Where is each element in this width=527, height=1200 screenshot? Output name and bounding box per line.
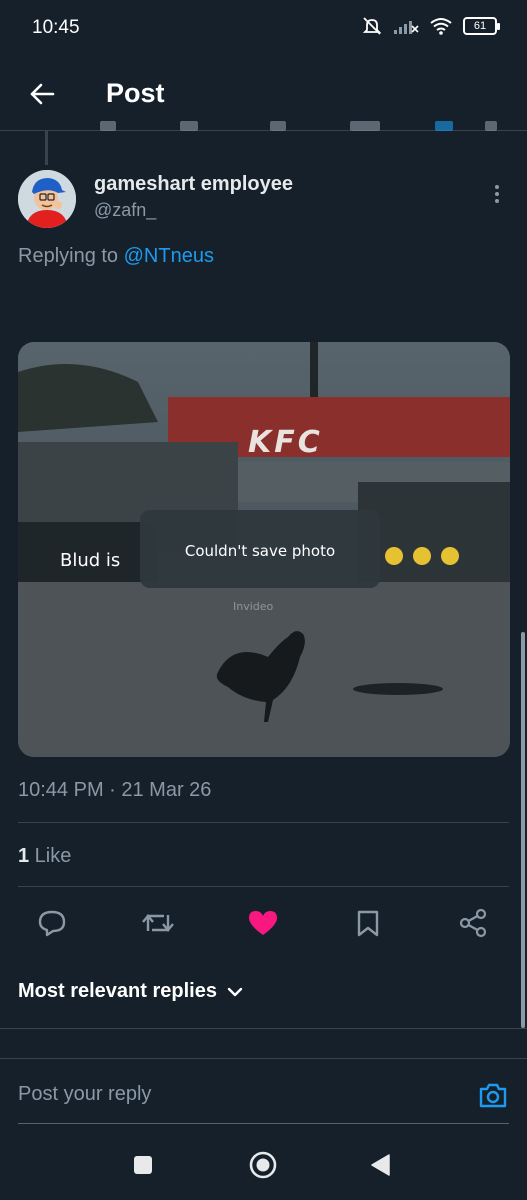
author-name[interactable]: gameshart employee bbox=[94, 173, 293, 196]
circle-home-icon bbox=[249, 1151, 277, 1179]
reply-composer bbox=[0, 1058, 527, 1132]
system-nav-bar bbox=[0, 1132, 527, 1200]
share-icon bbox=[459, 908, 487, 938]
home-button[interactable] bbox=[248, 1150, 278, 1180]
top-app-bar: Post bbox=[0, 58, 527, 130]
battery-level: 61 bbox=[473, 20, 487, 32]
reply-input-underline bbox=[18, 1123, 509, 1124]
back-nav-button[interactable] bbox=[366, 1150, 396, 1180]
media-watermark: Invideo bbox=[233, 600, 274, 613]
likes-count[interactable]: 1 Like bbox=[18, 845, 71, 868]
media-scene: KFC Blud is Couldn't save photo Invideo bbox=[18, 342, 510, 757]
replying-to-prefix: Replying to bbox=[18, 245, 124, 267]
media-toast-text: Couldn't save photo bbox=[185, 542, 335, 560]
signal-icon bbox=[394, 21, 419, 34]
replying-to-line: Replying to @NTneus bbox=[18, 245, 214, 268]
post-media-image[interactable]: KFC Blud is Couldn't save photo Invideo bbox=[18, 342, 510, 757]
scrollbar-thumb[interactable] bbox=[521, 632, 525, 1028]
reply-sort-dropdown[interactable]: Most relevant replies bbox=[18, 980, 243, 1003]
page-title: Post bbox=[106, 78, 165, 108]
camera-button[interactable] bbox=[477, 1079, 509, 1111]
square-icon bbox=[134, 1156, 152, 1174]
triangle-back-icon bbox=[371, 1154, 390, 1176]
more-options-button[interactable] bbox=[485, 180, 509, 208]
arrow-left-icon bbox=[30, 83, 55, 105]
post-action-bar bbox=[0, 900, 527, 946]
recents-button[interactable] bbox=[128, 1150, 158, 1180]
more-vertical-icon bbox=[495, 185, 499, 189]
status-time: 10:45 bbox=[32, 17, 80, 38]
reply-sort-label: Most relevant replies bbox=[18, 980, 217, 1002]
divider bbox=[18, 886, 509, 887]
bookmark-icon bbox=[357, 910, 379, 937]
media-caption-text: Blud is bbox=[60, 550, 120, 571]
status-icons: 61 bbox=[361, 16, 500, 36]
parent-post-actions-peek bbox=[100, 121, 500, 133]
divider bbox=[18, 822, 509, 823]
avatar[interactable] bbox=[18, 170, 76, 228]
battery-icon: 61 bbox=[463, 17, 500, 35]
divider bbox=[0, 1028, 527, 1029]
reply-input[interactable] bbox=[18, 1083, 448, 1106]
chevron-down-icon bbox=[227, 987, 243, 996]
back-button[interactable] bbox=[24, 76, 60, 112]
bookmark-button[interactable] bbox=[351, 906, 385, 940]
repost-icon bbox=[142, 914, 174, 932]
wifi-icon bbox=[430, 18, 452, 35]
share-button[interactable] bbox=[456, 906, 490, 940]
repost-button[interactable] bbox=[141, 906, 175, 940]
like-icon bbox=[249, 911, 277, 935]
reply-button[interactable] bbox=[35, 906, 69, 940]
mute-icon bbox=[362, 17, 382, 35]
like-button[interactable] bbox=[246, 906, 280, 940]
reply-icon bbox=[38, 910, 66, 937]
avatar-image bbox=[18, 170, 76, 228]
author-handle[interactable]: @zafn_ bbox=[94, 200, 156, 221]
status-bar: 10:45 61 bbox=[0, 0, 527, 58]
thread-connector-line bbox=[45, 131, 48, 165]
likes-number: 1 bbox=[18, 845, 30, 867]
post-timestamp[interactable]: 10:44 PM · 21 Mar 26 bbox=[18, 779, 211, 802]
likes-label: Like bbox=[29, 845, 72, 867]
camera-icon bbox=[479, 1083, 507, 1108]
media-sign-text: KFC bbox=[248, 425, 323, 460]
replying-to-mention[interactable]: @NTneus bbox=[124, 245, 214, 267]
